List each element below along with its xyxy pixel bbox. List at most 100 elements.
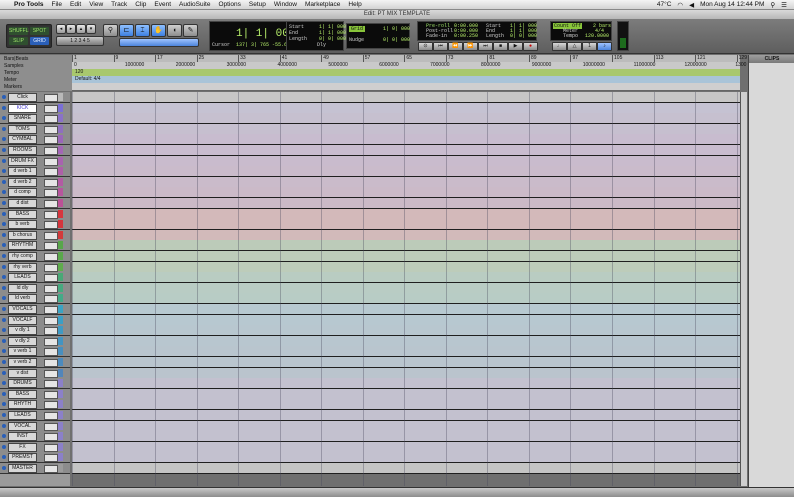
fadein-value[interactable]: 0:00.250 (454, 33, 478, 39)
track-name[interactable]: v verb 1 (8, 347, 37, 357)
track-select-icon[interactable] (2, 381, 6, 386)
track-name[interactable]: VOCALS (8, 305, 37, 314)
track-name[interactable]: FX (8, 442, 37, 452)
tempo-marker[interactable]: 120 (75, 69, 83, 75)
track-select-icon[interactable] (2, 413, 6, 417)
track-header[interactable]: INST (0, 431, 70, 443)
transport-length-value[interactable]: 0| 0| 000 (510, 33, 537, 39)
track-header[interactable]: rhy verb (0, 261, 70, 273)
track-header[interactable]: b verb (0, 219, 70, 231)
track-name[interactable]: BASS (8, 209, 37, 219)
ruler-label-bars[interactable]: Bars|Beats (4, 56, 28, 62)
track-header[interactable]: BASS (0, 388, 70, 400)
track-header[interactable]: VOCALF (0, 314, 70, 326)
track-name[interactable]: d comp (8, 188, 37, 198)
track-rec-solo-mute-buttons[interactable] (44, 412, 58, 420)
track-playlist-lane[interactable] (72, 378, 740, 390)
track-name[interactable]: v verb 2 (8, 358, 37, 367)
track-select-icon[interactable] (2, 264, 6, 269)
track-playlist-lane[interactable] (72, 166, 740, 178)
dly-label[interactable]: Dly (317, 42, 326, 48)
track-playlist-lane[interactable] (72, 282, 740, 294)
track-rec-solo-mute-buttons[interactable] (44, 295, 58, 304)
online-button[interactable]: ⊙ (418, 42, 433, 51)
fast-forward-button[interactable]: ⏩ (463, 42, 478, 51)
track-header[interactable]: CYMBAL (0, 134, 70, 146)
track-rec-solo-mute-buttons[interactable] (44, 168, 58, 177)
track-rec-solo-mute-buttons[interactable] (44, 221, 58, 230)
track-playlist-lane[interactable] (72, 293, 740, 305)
track-select-icon[interactable] (2, 137, 6, 142)
track-playlist-lane[interactable] (72, 367, 740, 379)
meter-marker[interactable]: Default: 4/4 (75, 76, 101, 82)
track-name[interactable]: BASS (8, 389, 37, 399)
track-select-icon[interactable] (2, 148, 6, 152)
track-header[interactable]: v dist (0, 367, 70, 379)
track-select-icon[interactable] (2, 190, 6, 195)
track-rec-solo-mute-buttons[interactable] (44, 348, 58, 357)
menu-window[interactable]: Window (274, 1, 297, 8)
scrubber-tool-icon[interactable]: ◖ (167, 24, 182, 37)
track-playlist-lane[interactable] (72, 145, 740, 156)
track-header[interactable]: rhy comp (0, 251, 70, 262)
track-playlist-lane[interactable] (72, 441, 740, 453)
track-name[interactable]: ROOMS (8, 146, 37, 155)
play-button[interactable]: ▶ (508, 42, 523, 51)
track-playlist-lane[interactable] (72, 198, 740, 209)
track-header[interactable]: DRUM FX (0, 155, 70, 167)
track-name[interactable]: b chorus (8, 230, 37, 240)
track-select-icon[interactable] (2, 116, 6, 121)
track-playlist-lane[interactable] (72, 452, 740, 464)
track-rec-solo-mute-buttons[interactable] (44, 242, 58, 251)
track-rec-solo-mute-buttons[interactable] (44, 115, 58, 124)
track-name[interactable]: PREMST (8, 453, 37, 463)
countoff-button[interactable]: 1 (582, 42, 597, 51)
track-playlist-lane[interactable] (72, 240, 740, 252)
track-header[interactable]: ld dly (0, 282, 70, 294)
vertical-scrollbar[interactable] (740, 92, 747, 486)
conductor-button[interactable]: ♪ (597, 42, 612, 51)
track-header[interactable]: FX (0, 441, 70, 453)
track-header[interactable]: ld verb (0, 293, 70, 305)
grid-value[interactable]: 1| 0| 000 (383, 26, 410, 32)
spot-mode-button[interactable]: SPOT (29, 26, 50, 36)
track-playlist-lane[interactable] (72, 335, 740, 347)
track-rec-solo-mute-buttons[interactable] (44, 380, 58, 389)
go-to-end-button[interactable]: ⏭ (478, 42, 493, 51)
nudge-value[interactable]: 0| 0| 000 (383, 37, 410, 43)
track-playlist-lane[interactable] (72, 420, 740, 432)
track-header[interactable]: v verb 1 (0, 346, 70, 358)
track-header[interactable]: v dly 1 (0, 325, 70, 337)
menu-view[interactable]: View (89, 1, 103, 8)
track-select-icon[interactable] (2, 466, 6, 470)
track-playlist-lane[interactable] (72, 399, 740, 411)
clips-title[interactable]: CLIPS (749, 55, 794, 63)
markers-ruler[interactable] (72, 83, 740, 91)
rewind-button[interactable]: ⏪ (448, 42, 463, 51)
track-rec-solo-mute-buttons[interactable] (44, 263, 58, 272)
tool-sub-options[interactable] (119, 38, 199, 47)
clock-text[interactable]: Mon Aug 14 12:44 PM (700, 1, 764, 8)
track-playlist-lane[interactable] (72, 325, 740, 337)
track-select-icon[interactable] (2, 338, 6, 343)
track-header[interactable]: VOCAL (0, 420, 70, 432)
track-name[interactable]: RHYTHM (8, 241, 37, 251)
track-header[interactable]: b chorus (0, 229, 70, 241)
zoom-preset-buttons[interactable]: 1 2 3 4 5 (56, 36, 104, 46)
track-name[interactable]: v dist (8, 368, 37, 378)
track-select-icon[interactable] (2, 455, 6, 460)
wait-for-note-button[interactable]: ♩ (552, 42, 567, 51)
track-name[interactable]: Click (8, 93, 37, 102)
track-select-icon[interactable] (2, 158, 6, 163)
track-rec-solo-mute-buttons[interactable] (44, 390, 58, 399)
track-playlist-lane[interactable] (72, 357, 740, 368)
ruler-label-markers[interactable]: Markers (4, 84, 22, 90)
track-select-icon[interactable] (2, 423, 6, 428)
track-select-icon[interactable] (2, 211, 6, 216)
track-name[interactable]: VOCAL (8, 421, 37, 431)
track-header[interactable]: RHYTHM (0, 240, 70, 252)
track-header[interactable]: v dly 2 (0, 335, 70, 347)
track-select-icon[interactable] (2, 201, 6, 205)
selector-tool-icon[interactable]: ⌶ (135, 24, 150, 37)
track-name[interactable]: MASTER (8, 464, 37, 473)
